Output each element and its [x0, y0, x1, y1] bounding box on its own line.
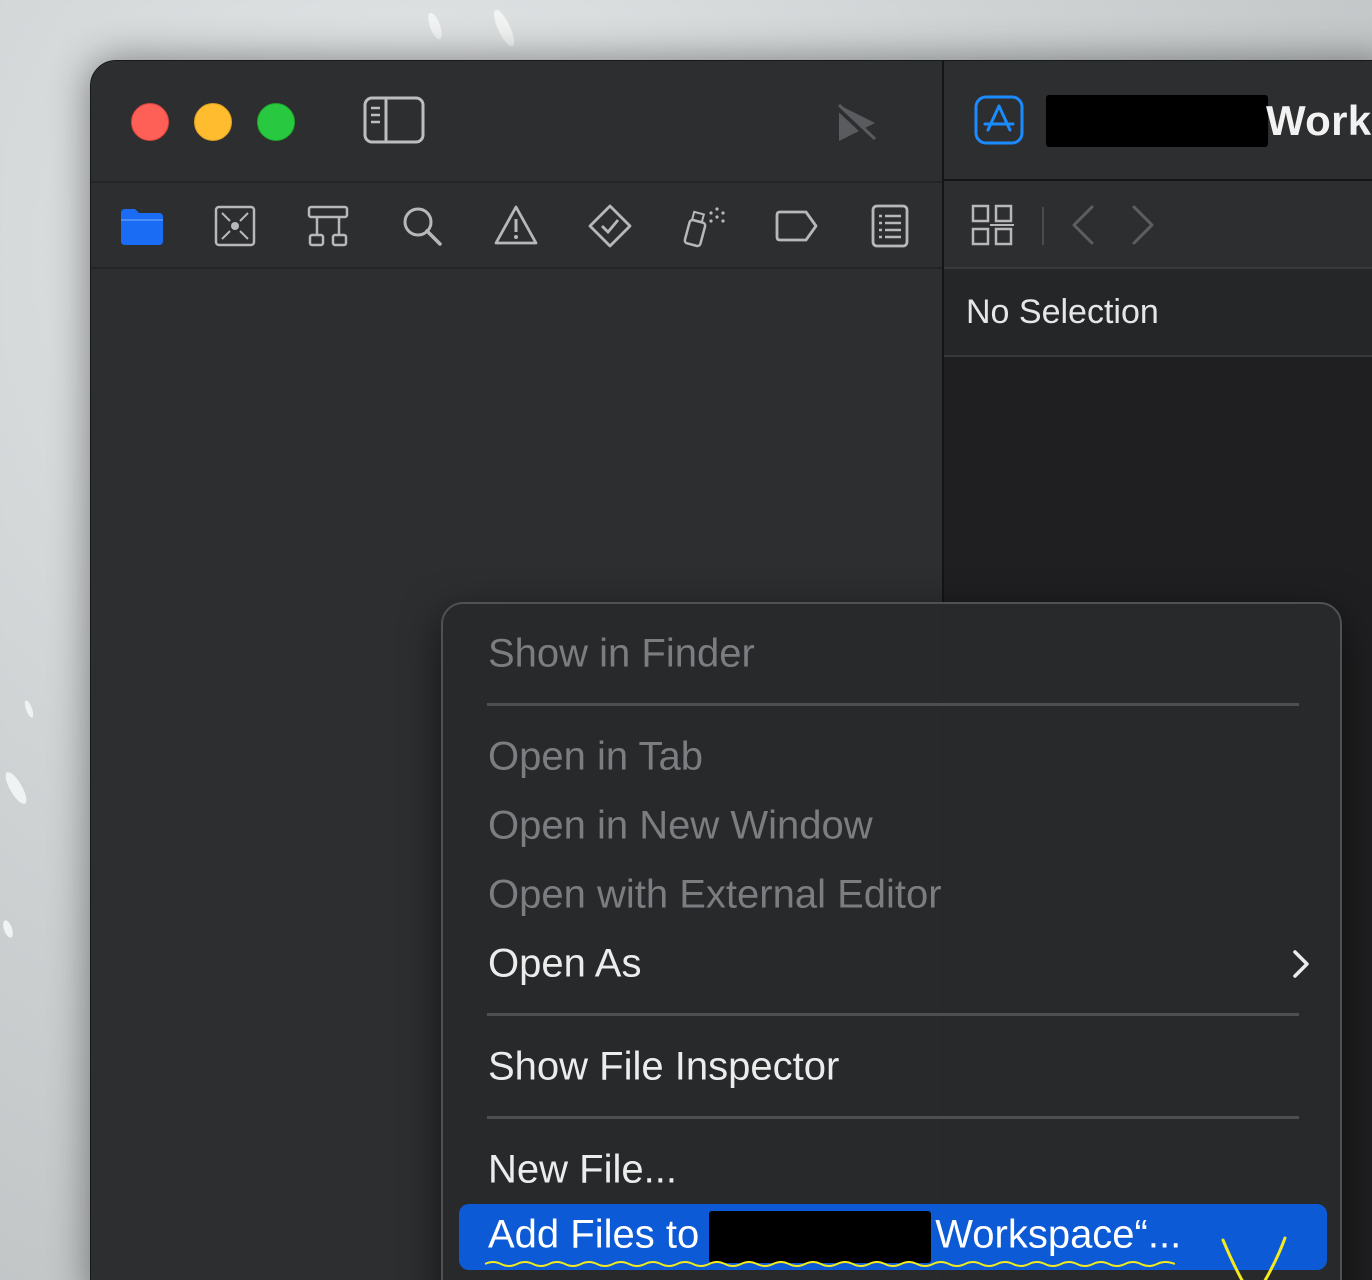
menu-item-open-as[interactable]: Open As	[459, 932, 1327, 996]
test-navigator-icon[interactable]	[587, 203, 633, 249]
annotation-checkmark	[1221, 1236, 1287, 1280]
related-items-grid-icon[interactable]	[970, 203, 1014, 247]
menu-separator	[487, 703, 1299, 706]
run-play-disabled-icon[interactable]	[833, 101, 881, 145]
chevron-right-icon[interactable]	[1120, 203, 1164, 247]
menu-item-label: Open in New Window	[488, 803, 873, 848]
menu-item-label: Show File Inspector	[488, 1044, 840, 1089]
menu-item-open-in-new-window[interactable]: Open in New Window	[459, 794, 1327, 858]
sidebar-toggle-icon[interactable]	[363, 95, 425, 145]
report-navigator-icon[interactable]	[867, 203, 913, 249]
close-window-button[interactable]	[131, 103, 169, 141]
no-selection-label: No Selection	[966, 293, 1159, 331]
breakpoint-navigator-icon[interactable]	[773, 203, 819, 249]
context-menu: Show in Finder Open in Tab Open in New W…	[441, 602, 1342, 1280]
issue-navigator-warning-icon[interactable]	[493, 203, 539, 249]
add-files-label-prefix: Add Files to	[488, 1212, 700, 1257]
project-navigator-folder-icon[interactable]	[119, 203, 165, 249]
menu-item-open-with-external-editor[interactable]: Open with External Editor	[459, 863, 1327, 927]
zoom-window-button[interactable]	[257, 103, 295, 141]
scheme-title[interactable]: Work	[1266, 97, 1371, 145]
debug-navigator-spray-icon[interactable]	[681, 203, 727, 249]
editor-titlebar: Work	[944, 61, 1372, 181]
source-control-navigator-icon[interactable]	[212, 203, 258, 249]
menu-item-new-file[interactable]: New File...	[459, 1138, 1327, 1202]
add-files-label-suffix: Workspace“...	[935, 1212, 1182, 1257]
annotation-underline	[485, 1261, 1175, 1267]
chevron-left-icon[interactable]	[1062, 203, 1106, 247]
menu-item-open-in-tab[interactable]: Open in Tab	[459, 725, 1327, 789]
redacted-project-name	[1046, 95, 1268, 147]
desktop-speck	[425, 11, 445, 41]
menu-separator	[487, 1013, 1299, 1016]
symbol-navigator-icon[interactable]	[305, 203, 351, 249]
editor-jump-bar	[944, 181, 1372, 269]
menu-item-label: Open As	[488, 941, 642, 986]
menu-separator	[487, 1116, 1299, 1119]
menu-item-show-in-finder[interactable]: Show in Finder	[459, 622, 1327, 686]
menu-item-label: New File...	[488, 1147, 677, 1192]
xcode-window: Work No Selection Show in Finder Open in…	[90, 60, 1372, 1280]
app-store-app-icon	[974, 95, 1024, 145]
minimize-window-button[interactable]	[194, 103, 232, 141]
jump-bar-separator	[1042, 207, 1044, 245]
redacted-workspace-name	[709, 1211, 932, 1263]
desktop-speck	[23, 699, 35, 719]
editor-selection-bar: No Selection	[944, 269, 1372, 357]
menu-item-label: Show in Finder	[488, 631, 755, 676]
menu-item-show-file-inspector[interactable]: Show File Inspector	[459, 1035, 1327, 1099]
menu-item-label: Add Files to Workspace“...	[488, 1211, 1181, 1263]
find-navigator-search-icon[interactable]	[399, 203, 445, 249]
desktop-speck	[1, 769, 31, 807]
menu-item-add-files-to-workspace[interactable]: Add Files to Workspace“...	[459, 1204, 1327, 1280]
navigator-selector-bar	[91, 181, 942, 269]
menu-item-label: Open in Tab	[488, 734, 703, 779]
desktop-speck	[490, 7, 518, 49]
sidebar-titlebar	[91, 61, 942, 181]
submenu-chevron-right-icon	[1293, 950, 1309, 978]
menu-item-label: Open with External Editor	[488, 872, 942, 917]
desktop-speck	[1, 919, 15, 939]
